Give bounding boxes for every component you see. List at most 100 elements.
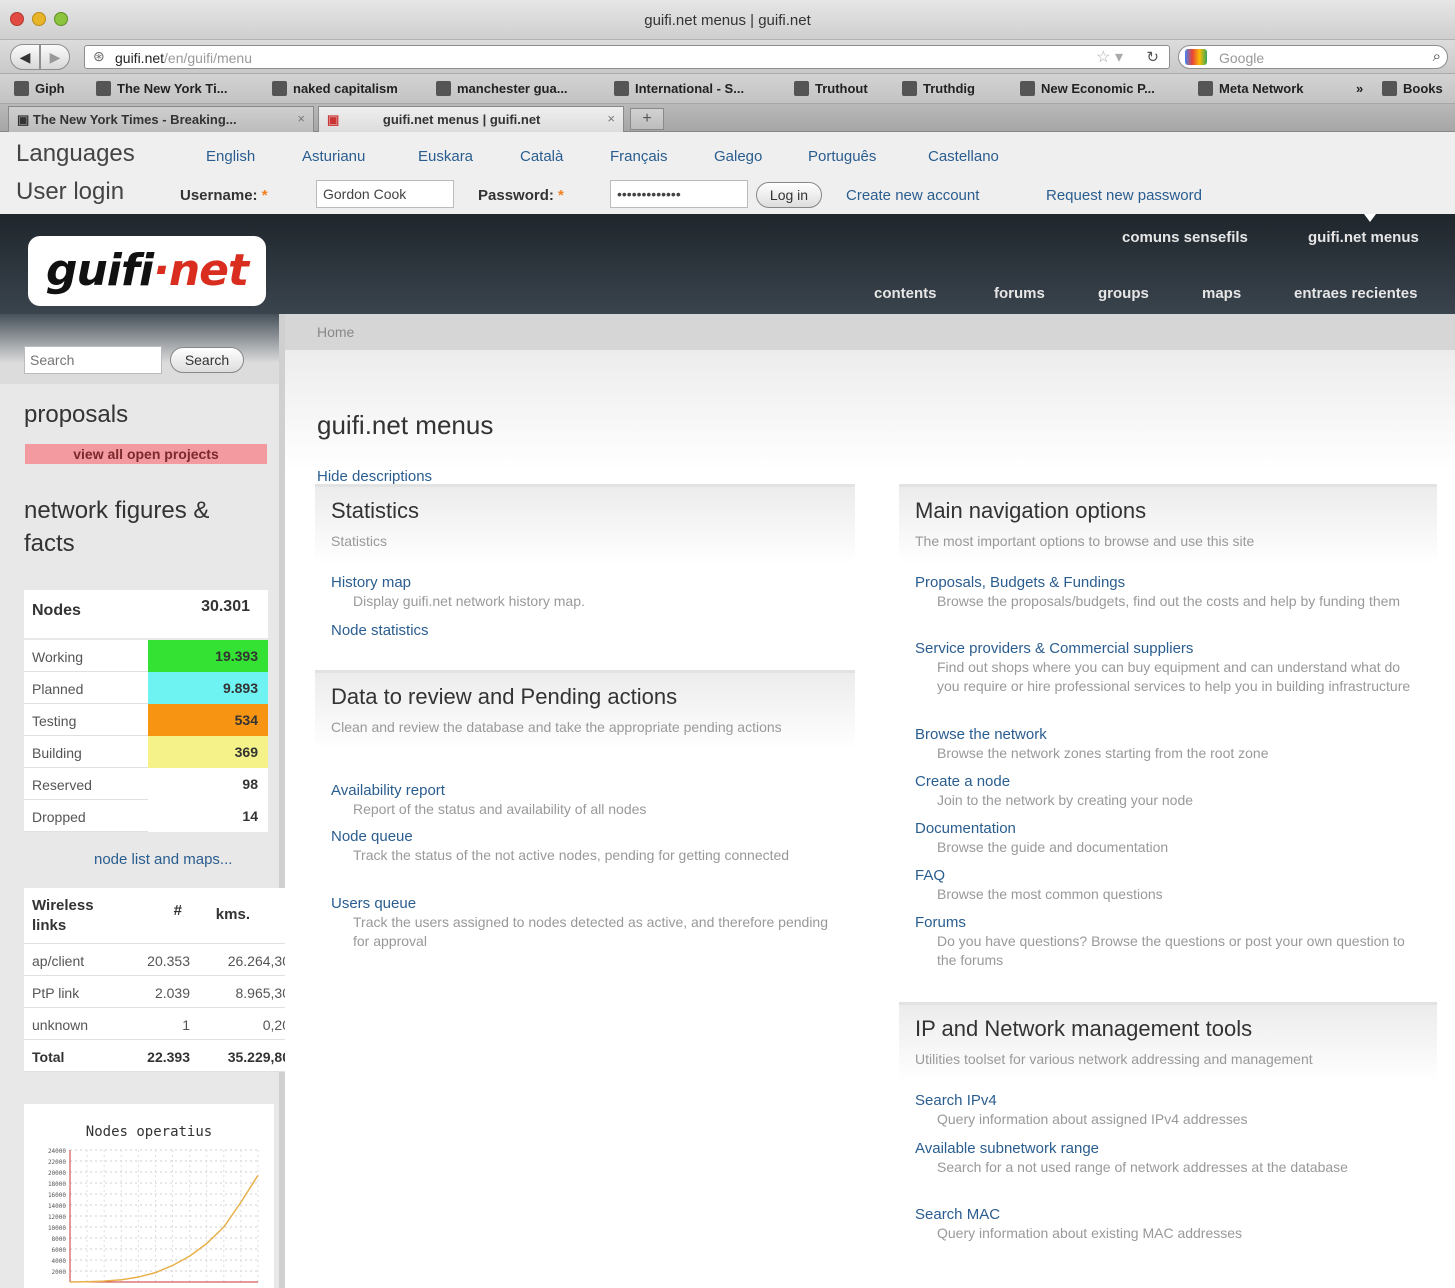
- chart-y-tick-label: 16000: [48, 1192, 66, 1199]
- required-mark: *: [261, 187, 268, 204]
- forward-button[interactable]: ▶: [40, 44, 70, 70]
- bookmarks-overflow-button[interactable]: »: [1356, 81, 1363, 96]
- menu-item-search-ipv4[interactable]: Search IPv4 Query information about assi…: [915, 1092, 1415, 1129]
- request-password-link[interactable]: Request new password: [1046, 187, 1202, 204]
- table-row: Planned 9.893: [24, 672, 268, 704]
- bookmark-star-icon[interactable]: ☆ ▾: [1096, 47, 1123, 67]
- nodes-total: 30.301: [201, 598, 250, 615]
- tab-nytimes[interactable]: ▣ The New York Times - Breaking... ×: [8, 106, 314, 132]
- bookmark-item[interactable]: Meta Network: [1198, 81, 1304, 96]
- site-logo[interactable]: guifi·net: [28, 236, 266, 306]
- address-bar[interactable]: ⊛ guifi.net/en/guifi/menu ☆ ▾ ↻: [84, 45, 1170, 69]
- main-navigation-block: Main navigation options The most importa…: [899, 484, 1437, 984]
- menu-item-forums[interactable]: Forums Do you have questions? Browse the…: [915, 914, 1415, 970]
- log-in-button[interactable]: Log in: [756, 182, 822, 208]
- language-castellano[interactable]: Castellano: [928, 148, 999, 165]
- header-link-menus[interactable]: guifi.net menus: [1308, 229, 1419, 246]
- nodes-chart[interactable]: Nodes operatius 24000 22000 20000 18000 1600…: [24, 1104, 274, 1288]
- language-portugues[interactable]: Português: [808, 148, 876, 165]
- language-catala[interactable]: Català: [520, 148, 563, 165]
- bookmarks-bar: Giph The New York Ti... naked capitalism…: [0, 74, 1455, 104]
- nav-contents[interactable]: contents: [874, 285, 937, 302]
- breadcrumb-home[interactable]: Home: [317, 324, 354, 340]
- bookmark-item[interactable]: Giph: [14, 81, 65, 96]
- magnifier-icon[interactable]: ⌕: [1433, 48, 1441, 65]
- header-link-comuns[interactable]: comuns sensefils: [1122, 229, 1248, 246]
- bookmark-item[interactable]: naked capitalism: [272, 81, 398, 96]
- language-francais[interactable]: Français: [610, 148, 668, 165]
- table-row: Dropped 14: [24, 800, 268, 832]
- language-galego[interactable]: Galego: [714, 148, 762, 165]
- chart-y-tick-label: 6000: [52, 1247, 67, 1254]
- plus-icon: +: [642, 110, 652, 127]
- table-row: unknown 1 0,20: [24, 1008, 296, 1040]
- back-button[interactable]: ◀: [10, 44, 40, 70]
- menu-item-proposals[interactable]: Proposals, Budgets & Fundings Browse the…: [915, 574, 1415, 611]
- main-content: Home guifi.net menus Hide descriptions S…: [285, 314, 1455, 1288]
- nodes-chart-svg: 24000 22000 20000 18000 16000 14000 12000 10000…: [48, 1148, 259, 1283]
- menu-item-history-map[interactable]: History map Display guifi.net network hi…: [331, 574, 585, 611]
- menu-item-service-providers[interactable]: Service providers & Commercial suppliers…: [915, 640, 1415, 696]
- language-english[interactable]: English: [206, 148, 255, 165]
- bookmark-item[interactable]: International - S...: [614, 81, 744, 96]
- menu-item-search-mac[interactable]: Search MAC Query information about exist…: [915, 1206, 1415, 1243]
- bookmark-favicon-icon: [96, 81, 111, 96]
- tab-close-icon[interactable]: ×: [607, 111, 615, 126]
- google-logo-icon: [1185, 49, 1207, 65]
- bookmark-item[interactable]: The New York Ti...: [96, 81, 228, 96]
- network-figures-heading: network figures & facts: [24, 497, 210, 557]
- create-account-link[interactable]: Create new account: [846, 187, 979, 204]
- block-description: Utilities toolset for various network ad…: [915, 1051, 1313, 1067]
- bookmark-favicon-icon: [14, 81, 29, 96]
- bookmark-favicon-icon: [1020, 81, 1035, 96]
- chart-y-tick-label: 8000: [52, 1236, 67, 1243]
- statistics-block: Statistics Statistics History map Displa…: [315, 484, 855, 644]
- wireless-links-table: Wireless links # kms. ap/client 20.353 2…: [24, 888, 296, 1072]
- tab-guifi-menus[interactable]: ▣ guifi.net menus | guifi.net ×: [318, 106, 624, 132]
- nav-recent-entries[interactable]: entraes recientes: [1294, 285, 1417, 302]
- bookmark-item[interactable]: Truthout: [794, 81, 868, 96]
- menu-item-browse-network[interactable]: Browse the network Browse the network zo…: [915, 726, 1415, 763]
- menu-item-users-queue[interactable]: Users queue Track the users assigned to …: [331, 895, 831, 951]
- chart-y-tick-label: 2000: [52, 1269, 67, 1276]
- logo-dot: ·: [153, 245, 170, 296]
- site-search-button[interactable]: Search: [170, 347, 244, 373]
- bookmark-favicon-icon: [436, 81, 451, 96]
- menu-item-faq[interactable]: FAQ Browse the most common questions: [915, 867, 1415, 904]
- nav-maps[interactable]: maps: [1202, 285, 1241, 302]
- url-path: /en/guifi/menu: [164, 50, 252, 66]
- reload-icon[interactable]: ↻: [1146, 48, 1159, 66]
- nav-forums[interactable]: forums: [994, 285, 1045, 302]
- bookmark-item[interactable]: Books: [1382, 81, 1443, 96]
- bookmark-item[interactable]: New Economic P...: [1020, 81, 1155, 96]
- bookmark-item[interactable]: Truthdig: [902, 81, 975, 96]
- window-title: guifi.net menus | guifi.net: [644, 12, 811, 29]
- languages-heading: Languages: [16, 140, 135, 167]
- username-input[interactable]: [316, 180, 454, 208]
- menu-item-documentation[interactable]: Documentation Browse the guide and docum…: [915, 820, 1415, 857]
- menu-item-create-node[interactable]: Create a node Join to the network by cre…: [915, 773, 1415, 810]
- nav-groups[interactable]: groups: [1098, 285, 1149, 302]
- block-title: Main navigation options: [915, 498, 1147, 523]
- bookmark-item[interactable]: manchester gua...: [436, 81, 568, 96]
- bookmark-favicon-icon: [614, 81, 629, 96]
- view-open-projects-link[interactable]: view all open projects: [25, 444, 267, 464]
- menu-item-availability-report[interactable]: Availability report Report of the status…: [331, 782, 831, 819]
- site-header: guifi·net comuns sensefils guifi.net men…: [0, 214, 1455, 314]
- language-euskara[interactable]: Euskara: [418, 148, 473, 165]
- node-list-link[interactable]: node list and maps...: [94, 851, 232, 868]
- chart-y-tick-label: 10000: [48, 1225, 66, 1232]
- menu-item-node-statistics[interactable]: Node statistics: [331, 622, 429, 640]
- tab-close-icon[interactable]: ×: [297, 111, 305, 126]
- chart-y-tick-label: 18000: [48, 1181, 66, 1188]
- breadcrumb: Home: [285, 314, 1455, 350]
- hide-descriptions-link[interactable]: Hide descriptions: [317, 468, 432, 485]
- menu-item-subnetwork-range[interactable]: Available subnetwork range Search for a …: [915, 1140, 1415, 1177]
- site-search-input[interactable]: [24, 346, 162, 374]
- menu-item-node-queue[interactable]: Node queue Track the status of the not a…: [331, 828, 831, 865]
- language-asturianu[interactable]: Asturianu: [302, 148, 365, 165]
- password-input[interactable]: [610, 180, 748, 208]
- new-tab-button[interactable]: +: [630, 108, 664, 130]
- web-search-box[interactable]: Google ⌕: [1178, 45, 1448, 69]
- block-description: Statistics: [331, 533, 388, 549]
